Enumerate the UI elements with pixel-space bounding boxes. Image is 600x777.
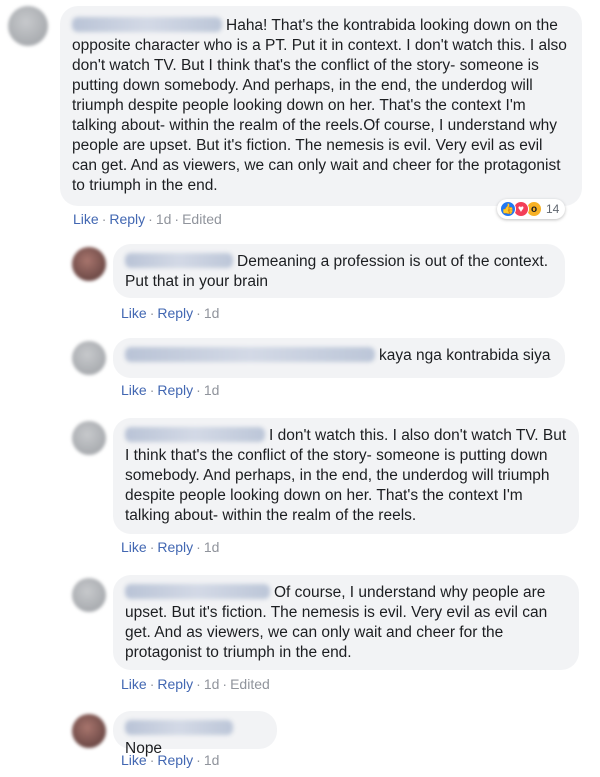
reply-text: kaya nga kontrabida siya: [379, 347, 551, 364]
comment-text: Haha! That's the kontrabida looking down…: [72, 17, 567, 194]
comment-bubble: Haha! That's the kontrabida looking down…: [60, 6, 582, 206]
reply-actions: Like · Reply · 1d: [121, 382, 220, 398]
avatar[interactable]: [72, 247, 106, 281]
like-link[interactable]: Like: [121, 305, 147, 321]
author-name[interactable]: [125, 253, 233, 268]
reaction-count: 14: [546, 202, 560, 216]
reply-bubble: Demeaning a profession is out of the con…: [113, 244, 565, 298]
avatar[interactable]: [72, 714, 106, 748]
reply-bubble: Of course, I understand why people are u…: [113, 575, 579, 670]
avatar[interactable]: [72, 341, 106, 375]
edited-label: Edited: [230, 676, 270, 692]
reply-link[interactable]: Reply: [109, 211, 145, 227]
timestamp[interactable]: 1d: [204, 676, 220, 692]
timestamp[interactable]: 1d: [156, 211, 172, 227]
reply-actions: Like · Reply · 1d · Edited: [121, 676, 270, 692]
edited-label: Edited: [182, 211, 222, 227]
reply-bubble: I don't watch this. I also don't watch T…: [113, 418, 579, 534]
reply-link[interactable]: Reply: [157, 305, 193, 321]
author-name[interactable]: [125, 427, 265, 442]
timestamp[interactable]: 1d: [204, 752, 220, 768]
reply-actions: Like · Reply · 1d: [121, 539, 220, 555]
reply-link[interactable]: Reply: [157, 382, 193, 398]
reply-link[interactable]: Reply: [157, 539, 193, 555]
avatar[interactable]: [72, 578, 106, 612]
reply-link[interactable]: Reply: [157, 676, 193, 692]
like-link[interactable]: Like: [121, 539, 147, 555]
author-name[interactable]: [125, 720, 233, 735]
reactions-summary[interactable]: 👍 ♥ o 14: [497, 199, 566, 219]
reply-actions: Like · Reply · 1d: [121, 305, 220, 321]
reply-actions: Like · Reply · 1d: [121, 752, 220, 768]
like-link[interactable]: Like: [121, 752, 147, 768]
author-name[interactable]: [125, 347, 375, 362]
timestamp[interactable]: 1d: [204, 382, 220, 398]
avatar[interactable]: [72, 421, 106, 455]
author-name[interactable]: [72, 17, 222, 32]
comment-actions: Like · Reply · 1d · Edited: [73, 211, 222, 227]
avatar[interactable]: [8, 6, 48, 46]
like-icon: 👍: [500, 201, 516, 217]
like-link[interactable]: Like: [121, 382, 147, 398]
reply-bubble: Nope: [113, 711, 277, 757]
timestamp[interactable]: 1d: [204, 539, 220, 555]
like-link[interactable]: Like: [121, 676, 147, 692]
reply-link[interactable]: Reply: [157, 752, 193, 768]
like-link[interactable]: Like: [73, 211, 99, 227]
author-name[interactable]: [125, 584, 270, 599]
reply-bubble: kaya nga kontrabida siya: [113, 338, 565, 378]
timestamp[interactable]: 1d: [204, 305, 220, 321]
